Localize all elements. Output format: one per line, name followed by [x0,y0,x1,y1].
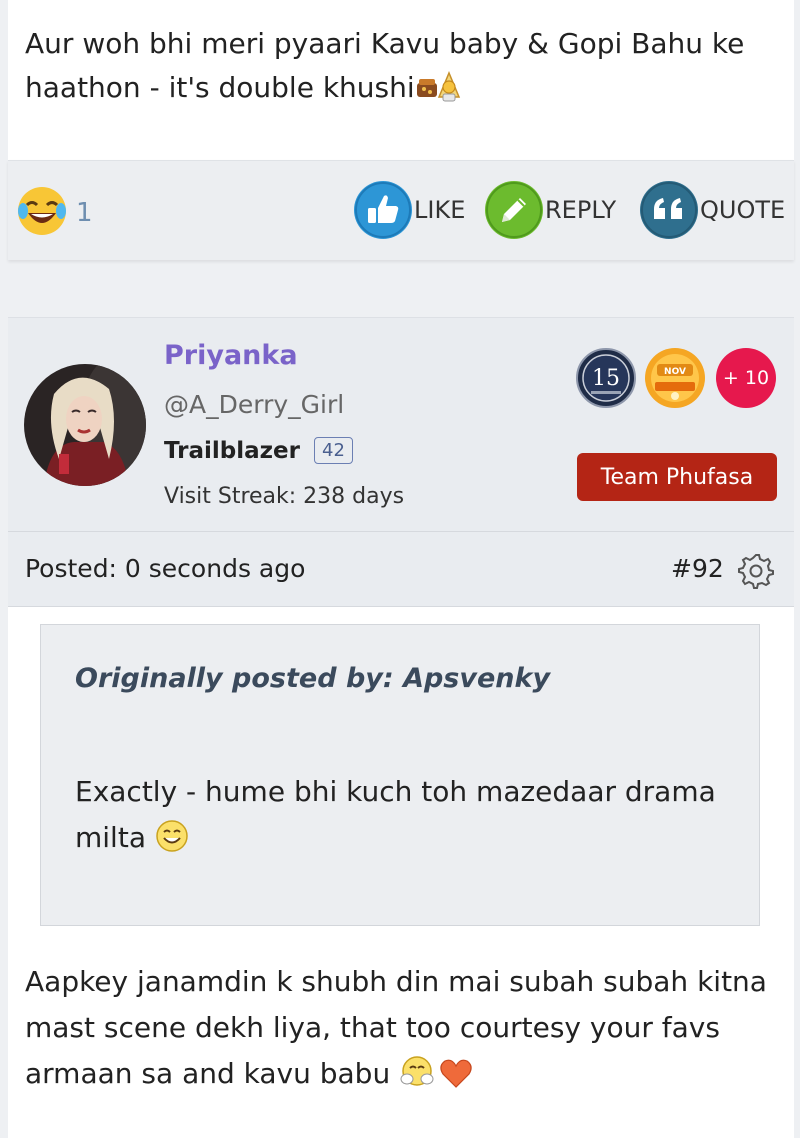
post-meta-bar: Posted: 0 seconds ago #92 [8,531,794,607]
laughing-emoji-icon [14,183,70,243]
reaction-count: 1 [76,198,93,228]
thumbs-up-icon [354,181,412,239]
more-badges-button[interactable]: + 10 [716,348,776,408]
rank-level-badge: 42 [314,437,353,464]
previous-post: Aur woh bhi meri pyaari Kavu baby & Gopi… [8,0,794,160]
quote-marks-icon [640,181,698,239]
pencil-icon [485,181,543,239]
anniversary-badge[interactable]: 15 [575,347,637,413]
quote-text: Exactly - hume bhi kuch toh mazedaar dra… [75,769,735,867]
badge-month-text: NOV [664,367,686,377]
most-liked-badge[interactable]: NOV [643,346,707,414]
avatar[interactable] [24,364,146,486]
hug-emoji-icon [399,1053,439,1103]
smile-emoji-icon [155,819,189,867]
team-button[interactable]: Team Phufasa [577,453,777,501]
quoted-post: Originally posted by: Apsvenky Exactly -… [40,624,760,926]
posted-time: Posted: 0 seconds ago [25,554,306,583]
user-handle: @A_Derry_Girl [164,390,345,419]
quote-label: QUOTE [700,196,786,224]
username[interactable]: Priyanka [164,340,298,371]
like-label: LIKE [414,196,466,224]
quote-author[interactable]: Originally posted by: Apsvenky [75,663,550,694]
previous-post-text: Aur woh bhi meri pyaari Kavu baby & Gopi… [25,22,785,116]
user-card: Priyanka @A_Derry_Girl Trailblazer 42 Vi… [8,317,794,531]
reaction-summary[interactable]: 1 [14,183,93,243]
post-number[interactable]: #92 [671,554,724,583]
user-rank: Trailblazer 42 [164,437,353,464]
quote-button[interactable]: QUOTE [640,181,785,239]
rank-title: Trailblazer [164,437,300,464]
visit-streak: Visit Streak: 238 days [164,484,405,509]
anniversary-badge-text: 15 [592,366,620,391]
reply-button[interactable]: REPLY [485,181,616,239]
gear-icon[interactable] [737,551,775,593]
post-action-bar: 1 LIKE REPLY QUOTE [8,160,794,260]
like-button[interactable]: LIKE [354,181,465,239]
post-body: Originally posted by: Apsvenky Exactly -… [8,607,794,1138]
reply-label: REPLY [545,196,617,224]
reply-text: Aapkey janamdin k shubh din mai subah su… [25,959,785,1103]
heart-icon [439,1057,473,1103]
celebration-icon [415,67,467,116]
